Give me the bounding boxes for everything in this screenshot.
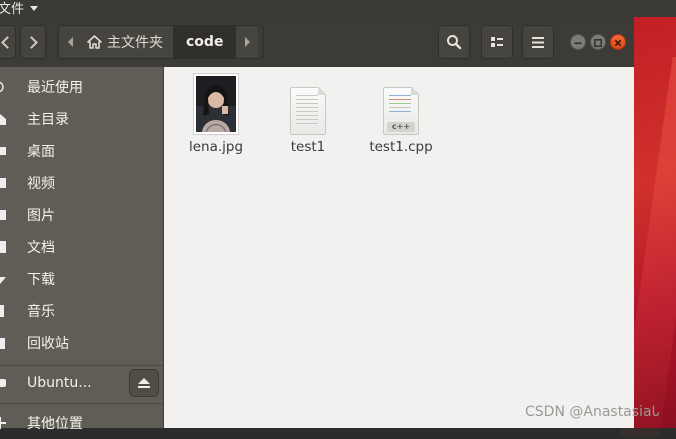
sidebar-item-label: 下载 bbox=[27, 272, 55, 288]
sidebar-item-desktop[interactable]: 桌面 bbox=[0, 135, 163, 167]
list-view-icon bbox=[491, 37, 503, 47]
clock-icon bbox=[0, 81, 4, 93]
cpp-file-icon: c++ bbox=[383, 86, 420, 135]
sidebar-item-label: 回收站 bbox=[27, 336, 69, 352]
photo-image bbox=[196, 76, 236, 133]
header-bar: 主文件夹 code bbox=[0, 17, 634, 68]
path-scroll-left[interactable] bbox=[59, 26, 81, 58]
sidebar-item-home[interactable]: 主目录 bbox=[0, 103, 163, 135]
menu-button[interactable] bbox=[522, 25, 554, 59]
cpp-badge: c++ bbox=[387, 122, 415, 132]
sidebar-item-documents[interactable]: 文档 bbox=[0, 231, 163, 263]
image-thumbnail bbox=[193, 73, 239, 135]
trash-icon bbox=[0, 338, 5, 349]
app-menu[interactable]: 文件 bbox=[0, 0, 39, 17]
sidebar-item-label: 音乐 bbox=[27, 304, 55, 320]
sidebar-item-pictures[interactable]: 图片 bbox=[0, 199, 163, 231]
file-item[interactable]: test1 bbox=[263, 73, 353, 155]
text-file-icon bbox=[290, 86, 327, 135]
sidebar-item-music[interactable]: 音乐 bbox=[0, 295, 163, 327]
home-icon bbox=[0, 114, 6, 125]
back-button[interactable] bbox=[0, 25, 16, 59]
breadcrumb-home-label: 主文件夹 bbox=[107, 35, 163, 51]
path-scroll-right[interactable] bbox=[236, 26, 259, 58]
document-icon bbox=[0, 241, 6, 253]
sidebar-item-recent[interactable]: 最近使用 bbox=[0, 71, 163, 103]
maximize-button[interactable] bbox=[590, 34, 606, 50]
sidebar-item-label: 其他位置 bbox=[27, 416, 83, 432]
sidebar-item-label: 主目录 bbox=[27, 112, 69, 128]
sidebar-item-other-locations[interactable]: 其他位置 bbox=[0, 407, 163, 439]
breadcrumb-current[interactable]: code bbox=[174, 26, 237, 58]
sidebar-item-videos[interactable]: 视频 bbox=[0, 167, 163, 199]
picture-icon bbox=[0, 210, 6, 220]
arrow-left-icon bbox=[67, 37, 73, 47]
watermark: CSDN @Anastasia𑀧 bbox=[525, 404, 661, 420]
sidebar: 最近使用 主目录 桌面 视频 图片 文档 下载 音乐 回收站 Ubuntu...… bbox=[0, 67, 164, 432]
eject-button[interactable] bbox=[129, 369, 159, 397]
sidebar-item-label: 文档 bbox=[27, 240, 55, 256]
file-name: test1.cpp bbox=[369, 139, 433, 155]
close-button[interactable] bbox=[610, 34, 626, 50]
desktop-icon bbox=[0, 147, 6, 155]
chevron-down-icon bbox=[30, 6, 39, 11]
desktop-wallpaper bbox=[619, 17, 676, 437]
arrow-right-icon bbox=[244, 37, 250, 47]
file-name: test1 bbox=[290, 139, 326, 155]
sidebar-item-label: 桌面 bbox=[27, 144, 55, 160]
top-system-bar: 文件 bbox=[0, 0, 676, 17]
download-icon bbox=[0, 277, 6, 284]
video-icon bbox=[0, 178, 6, 188]
sidebar-divider bbox=[0, 365, 163, 366]
sidebar-item-downloads[interactable]: 下载 bbox=[0, 263, 163, 295]
view-toggle-button[interactable] bbox=[481, 25, 513, 59]
file-view: lena.jpg test1 c++ test1.cpp bbox=[164, 67, 634, 428]
breadcrumb-home[interactable]: 主文件夹 bbox=[81, 26, 174, 58]
sidebar-item-label: 图片 bbox=[27, 208, 55, 224]
minimize-button[interactable] bbox=[570, 34, 586, 50]
sidebar-item-label: 视频 bbox=[27, 176, 55, 192]
search-button[interactable] bbox=[438, 25, 470, 59]
home-icon bbox=[87, 35, 102, 49]
file-manager-window: 主文件夹 code 最近使用 主目录 桌面 视频 图片 文档 下载 音乐 回收站… bbox=[0, 17, 634, 432]
minimize-icon bbox=[574, 42, 582, 45]
sidebar-item-label: Ubuntu... bbox=[27, 375, 92, 391]
breadcrumb-current-label: code bbox=[186, 34, 224, 50]
app-menu-label: 文件 bbox=[0, 2, 25, 17]
hamburger-icon bbox=[532, 36, 544, 48]
disk-icon bbox=[0, 379, 6, 387]
eject-icon bbox=[138, 378, 150, 384]
music-icon bbox=[0, 305, 4, 317]
maximize-icon bbox=[594, 39, 602, 47]
sidebar-item-ubuntu-disk[interactable]: Ubuntu... bbox=[0, 367, 163, 399]
search-icon bbox=[447, 35, 462, 50]
sidebar-divider bbox=[0, 403, 163, 404]
sidebar-item-label: 最近使用 bbox=[27, 80, 83, 96]
forward-button[interactable] bbox=[20, 25, 46, 59]
file-item[interactable]: lena.jpg bbox=[171, 73, 261, 155]
chevron-right-icon bbox=[24, 35, 38, 49]
file-name: lena.jpg bbox=[188, 139, 244, 155]
sidebar-item-trash[interactable]: 回收站 bbox=[0, 327, 163, 359]
close-icon bbox=[614, 39, 622, 47]
chevron-left-icon bbox=[0, 35, 14, 49]
path-bar: 主文件夹 code bbox=[58, 25, 264, 59]
file-item[interactable]: c++ test1.cpp bbox=[356, 73, 446, 155]
